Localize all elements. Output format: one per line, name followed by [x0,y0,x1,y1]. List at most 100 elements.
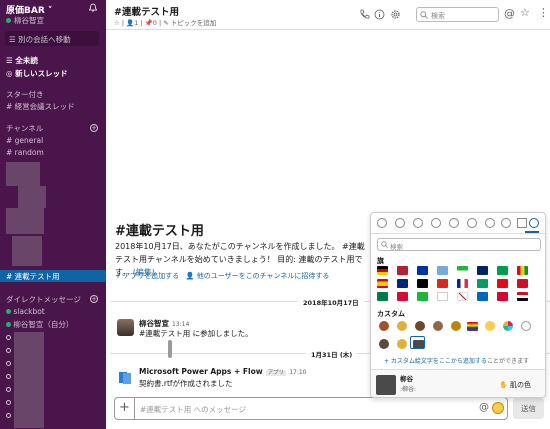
sidebar-item-active-channel[interactable]: # 連載テスト用 [0,270,106,282]
more-icon[interactable]: ⋮ [538,6,549,19]
add-channel-icon[interactable]: + [90,124,98,132]
flag-emoji[interactable] [417,279,428,288]
travel-icon[interactable] [449,218,459,228]
flag-icon[interactable] [517,218,527,228]
attach-plus-icon[interactable]: + [115,398,135,419]
custom-emoji[interactable] [433,321,443,331]
animal-icon[interactable] [413,218,423,228]
sidebar-item-starred[interactable]: # 経営会議スレッド [6,101,75,112]
slack-emoji[interactable] [503,321,513,331]
flag-emoji[interactable] [517,266,528,275]
custom-emoji[interactable] [451,321,461,331]
flag-emoji[interactable] [437,292,448,301]
flag-emoji[interactable] [377,279,388,288]
send-button[interactable]: 送信 [513,398,544,419]
invite-link[interactable]: 👤 他のユーザーをこのチャンネルに招待する [186,272,330,280]
flag-emoji[interactable] [517,279,528,288]
sidebar-item-random[interactable]: # random [6,148,44,157]
message-input[interactable]: #連載テスト用 へのメッセージ [140,404,246,415]
recent-icon[interactable] [377,218,387,228]
emoji-search-input[interactable]: 検索 [377,238,541,251]
flag-emoji[interactable] [517,292,528,301]
mentions-icon[interactable]: @ [504,7,515,20]
flag-emoji[interactable] [377,266,388,275]
flag-emoji[interactable] [477,292,488,301]
flag-emoji[interactable] [437,266,448,275]
custom-emoji[interactable] [521,321,531,331]
custom-emoji[interactable] [379,339,389,349]
search-input[interactable]: 検索 [416,7,499,22]
activity-icon[interactable] [467,218,477,228]
jump-to-button[interactable]: ☰ 別の会話へ移動 [5,31,99,46]
gear-icon[interactable] [390,9,401,20]
threads-item[interactable]: ◎ 新しいスレッド [6,68,68,79]
mention-icon[interactable]: @ [479,402,489,413]
flag-emoji[interactable] [417,292,428,301]
avatar[interactable] [117,319,134,336]
custom-emoji[interactable] [485,321,495,331]
flag-emoji[interactable] [457,266,468,275]
flag-emoji[interactable] [457,279,468,288]
bell-icon[interactable] [88,3,98,13]
phone-icon[interactable] [359,9,370,20]
current-user[interactable]: 柳谷智宣 [6,15,44,26]
status-ring-icon [6,359,14,368]
intro-actions: + アプリを追加する 👤 他のユーザーをこのチャンネルに招待する [115,271,329,281]
flag-emoji[interactable] [497,266,508,275]
custom-emoji[interactable] [397,339,407,349]
message-composer[interactable]: + #連載テスト用 へのメッセージ @ [114,397,508,420]
flag-emoji[interactable] [397,292,408,301]
add-app-link[interactable]: + アプリを追加する [115,272,179,280]
custom-emoji[interactable] [379,321,389,331]
info-icon[interactable] [374,9,385,20]
flag-emoji[interactable] [457,292,468,301]
star-icon[interactable]: ☆ [520,6,531,19]
power-apps-icon[interactable] [117,369,134,386]
dm-slackbot[interactable]: slackbot [6,307,45,316]
emoji-preview-name: 柳谷 [400,375,413,383]
starred-header[interactable]: スター付き [6,89,44,100]
active-category-indicator [525,231,539,233]
add-custom-emoji-link[interactable]: + カスタム絵文字をここから追加することができます [384,356,529,365]
channel-meta[interactable]: ☆ | 👤1 | 📌0 | ✎ トピックを追加 [114,17,216,27]
message-author[interactable]: Microsoft Power Apps + Flow アプリ 17:10 [139,367,306,376]
status-ring-icon [6,385,14,394]
channels-header[interactable]: チャンネル [6,123,43,134]
message-text: #連載テスト用 に参加しました。 [139,329,253,338]
flag-emoji[interactable] [437,279,448,288]
dm-header[interactable]: ダイレクトメッセージ [6,294,81,305]
flag-emoji[interactable] [497,279,508,288]
emoji-icon[interactable] [492,402,504,414]
date-label[interactable]: 2018年10月17日 [298,297,364,307]
dm-self[interactable]: 柳谷智宣（自分） [6,319,73,330]
flag-emoji[interactable] [417,266,428,275]
add-dm-icon[interactable]: + [90,295,98,303]
all-unread-item[interactable]: ☰ 全未読 [6,55,38,66]
flag-emoji[interactable] [377,292,388,301]
flag-emoji[interactable] [397,266,408,275]
smiley-icon[interactable] [395,218,405,228]
status-ring-icon [6,411,14,420]
flag-emoji[interactable] [477,266,488,275]
channel-title[interactable]: #連載テスト用 [114,4,179,18]
flag-emoji[interactable] [397,279,408,288]
emoji-preview-image [376,375,396,395]
custom-emoji-icon[interactable] [529,218,539,228]
online-status-icon [6,322,11,327]
flag-emoji[interactable] [477,279,488,288]
custom-emoji[interactable] [415,321,425,331]
date-label[interactable]: 1月31日 (木) [306,349,358,359]
skin-tone-button[interactable]: ✋ 肌の色 [499,380,531,390]
flag-emoji[interactable] [497,292,508,301]
object-icon[interactable] [485,218,495,228]
custom-emoji[interactable] [467,322,478,331]
search-icon [381,241,388,248]
sidebar-item-general[interactable]: # general [6,136,43,145]
picker-scrollbar[interactable] [168,340,172,358]
message-text: 契約書.rtfが作成されました [139,379,233,388]
food-icon[interactable] [431,218,441,228]
emoji-preview-footer: 柳谷 :柳谷: ✋ 肌の色 [371,369,545,397]
symbol-icon[interactable] [501,218,511,228]
custom-emoji[interactable] [397,321,407,331]
pixelated-channel [6,162,40,186]
